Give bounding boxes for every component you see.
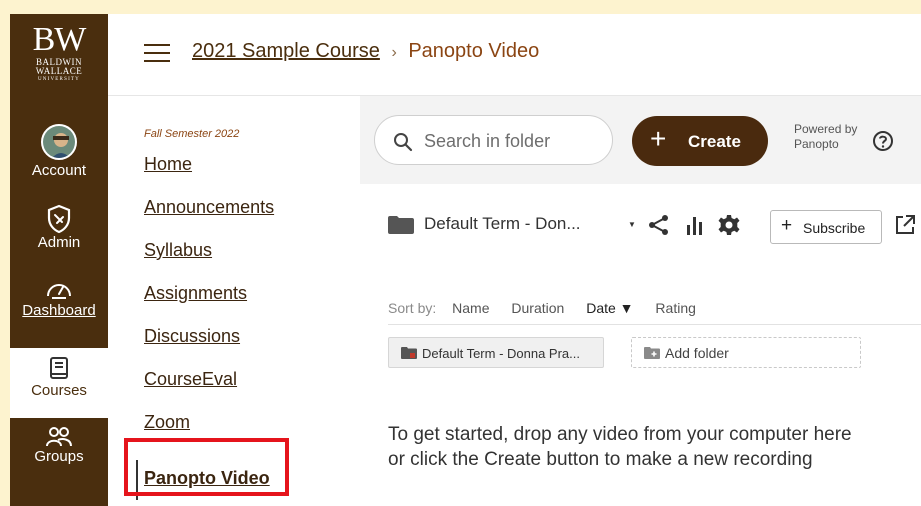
university-logo[interactable]: BW BALDWIN WALLACE UNIVERSITY: [10, 14, 108, 98]
course-nav-syllabus[interactable]: Syllabus: [144, 240, 212, 261]
gear-icon[interactable]: [718, 214, 740, 236]
avatar: [41, 124, 77, 160]
powered-by-line1: Powered by: [794, 122, 858, 136]
global-nav-account-label: Account: [31, 162, 87, 179]
powered-by-line2: Panopto: [794, 137, 839, 151]
folder-chip-label: Default Term - Donna Pra...: [422, 346, 580, 361]
course-nav-announcements[interactable]: Announcements: [144, 197, 274, 218]
logo-line2: WALLACE: [35, 66, 83, 76]
empty-state-line1: To get started, drop any video from your…: [388, 424, 852, 445]
breadcrumb-current: Panopto Video: [408, 40, 540, 62]
sort-rating[interactable]: Rating: [655, 300, 695, 316]
panopto-panel: Search in folder + Create Powered by Pan…: [360, 96, 921, 506]
empty-state-message: To get started, drop any video from your…: [388, 422, 921, 472]
global-nav-admin-label: Admin: [37, 234, 81, 251]
groups-icon: [46, 427, 72, 447]
global-nav-groups-label: Groups: [34, 448, 84, 465]
folder-dropdown-icon[interactable]: ▼: [628, 220, 636, 229]
search-placeholder: Search in folder: [424, 131, 551, 151]
create-button[interactable]: + Create: [632, 116, 768, 166]
sort-name[interactable]: Name: [452, 300, 489, 316]
shield-icon: [47, 204, 71, 234]
breadcrumb-separator: ›: [391, 44, 397, 61]
create-button-label: Create: [688, 132, 741, 151]
course-nav-zoom[interactable]: Zoom: [144, 412, 190, 433]
plus-icon: +: [781, 215, 793, 236]
logo-line3: UNIVERSITY: [38, 77, 80, 82]
dashboard-icon: [47, 284, 71, 299]
open-new-window-icon[interactable]: [894, 214, 916, 236]
subscribe-button[interactable]: + Subscribe: [770, 210, 882, 244]
folder-name[interactable]: Default Term - Don...: [424, 214, 581, 234]
highlight-box: [124, 438, 289, 496]
breadcrumb-course-link[interactable]: 2021 Sample Course: [192, 40, 380, 62]
global-nav-dashboard-label: Dashboard: [22, 302, 96, 319]
book-icon: [50, 357, 68, 379]
help-icon[interactable]: [872, 130, 894, 152]
app-frame: BW BALDWIN WALLACE UNIVERSITY Account Ad: [10, 14, 921, 506]
sort-bar: Sort by: Name Duration Date ▼ Rating: [388, 300, 714, 316]
global-nav-groups[interactable]: Groups: [10, 426, 108, 465]
folder-header: Default Term - Don... ▼ + Subscribe: [360, 206, 921, 244]
breadcrumb: 2021 Sample Course › Panopto Video: [192, 40, 539, 63]
divider: [388, 324, 921, 325]
add-folder-button[interactable]: Add folder: [631, 337, 861, 368]
empty-state-line2: or click the Create button to make a new…: [388, 449, 813, 470]
global-nav-dashboard[interactable]: Dashboard: [10, 276, 108, 319]
powered-by-panopto[interactable]: Powered by Panopto: [794, 122, 857, 152]
term-label: Fall Semester 2022: [144, 128, 240, 140]
sort-label: Sort by:: [388, 300, 437, 316]
search-icon: [394, 133, 413, 152]
subscribe-button-label: Subscribe: [803, 220, 866, 236]
sort-duration[interactable]: Duration: [511, 300, 564, 316]
add-folder-label: Add folder: [665, 345, 729, 361]
global-nav-courses[interactable]: Courses: [10, 348, 108, 418]
global-nav: BW BALDWIN WALLACE UNIVERSITY Account Ad: [10, 14, 108, 506]
folder-chip[interactable]: Default Term - Donna Pra...: [388, 337, 604, 368]
course-nav-assignments[interactable]: Assignments: [144, 283, 247, 304]
sort-date[interactable]: Date ▼: [586, 300, 633, 316]
plus-icon: +: [650, 123, 667, 154]
folder-icon: [401, 347, 417, 359]
hamburger-menu-icon[interactable]: [144, 44, 170, 62]
global-nav-admin[interactable]: Admin: [10, 204, 108, 251]
search-input[interactable]: Search in folder: [374, 115, 613, 165]
course-nav-discussions[interactable]: Discussions: [144, 326, 240, 347]
global-nav-account[interactable]: Account: [10, 124, 108, 179]
global-nav-courses-label: Courses: [31, 382, 87, 399]
course-nav-home[interactable]: Home: [144, 154, 192, 175]
folder-icon: [388, 216, 414, 234]
course-nav-courseeval[interactable]: CourseEval: [144, 369, 237, 390]
page-header: 2021 Sample Course › Panopto Video: [108, 14, 921, 96]
add-folder-icon: [644, 347, 660, 359]
panopto-toolbar: Search in folder + Create Powered by Pan…: [360, 96, 921, 184]
stats-icon[interactable]: [686, 215, 704, 235]
logo-initials: BW: [32, 21, 87, 58]
share-icon[interactable]: [648, 214, 670, 236]
